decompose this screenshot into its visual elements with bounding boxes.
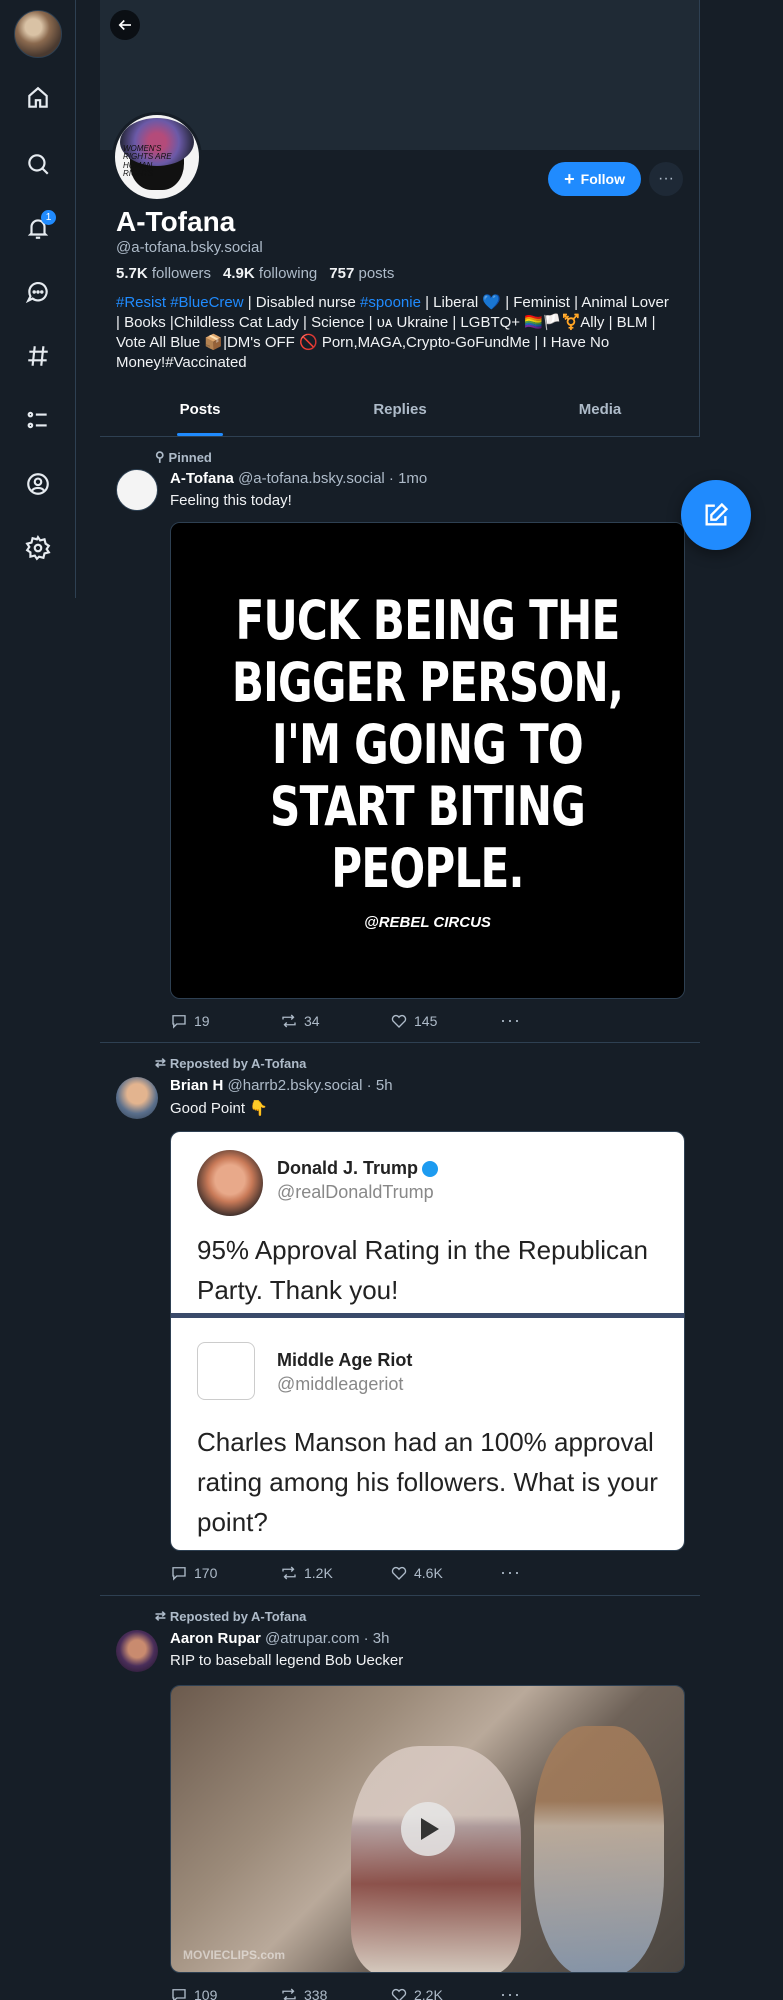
follow-button[interactable]: + Follow [548,162,641,196]
tweet-text: 95% Approval Rating in the Republican Pa… [197,1235,648,1305]
post-actions: 170 1.2K 4.6K ··· [170,1562,610,1583]
repost-icon [282,1566,296,1579]
tab-media[interactable]: Media [500,382,700,436]
post-text: RIP to baseball legend Bob Uecker [170,1652,404,1669]
repost-icon: ⇄ [155,1055,166,1070]
compose-icon [705,502,729,526]
post-header: Brian H @harrb2.bsky.social · 5h [170,1077,393,1094]
author-avatar[interactable] [116,469,158,511]
repost-button[interactable]: 1.2K [280,1562,390,1583]
repost-icon: ⇄ [155,1608,166,1623]
posts-stat: 757 posts [329,265,395,282]
tweet-screenshot: Donald J. Trump @realDonaldTrump 95% App… [171,1132,684,1550]
post-actions: 19 34 145 ··· [170,1010,610,1031]
reply-icon [172,1988,186,2000]
author-avatar[interactable] [116,1077,158,1119]
profile-avatar[interactable]: WOMEN'S RIGHTS ARE HUMAN RIGHTS [112,112,202,202]
heart-icon [391,1988,407,2000]
heart-icon [391,1566,407,1580]
notification-badge: 1 [41,210,56,225]
image-credit: @REBEL CIRCUS [364,914,491,931]
reply-button[interactable]: 19 [170,1010,280,1031]
compose-button[interactable] [681,480,751,550]
tweet-handle: @middleageriot [277,1374,404,1394]
post-header: Aaron Rupar @atrupar.com · 3h [170,1630,390,1647]
post-text: Feeling this today! [170,492,292,509]
repost-icon [282,1014,296,1027]
tweet-text: Charles Manson had an 100% approval rati… [197,1427,658,1537]
avatar-text: WOMEN'S RIGHTS ARE HUMAN RIGHTS [123,144,172,179]
tweet-handle: @realDonaldTrump [277,1182,434,1202]
post-text: Good Point 👇 [170,1100,268,1117]
hashtag-icon[interactable] [22,340,54,372]
tab-replies[interactable]: Replies [300,382,500,436]
profile-actions: + Follow ··· [548,162,683,196]
like-button[interactable]: 2.2K [390,1984,500,2000]
tweet-avatar [197,1342,255,1400]
repost-context: ⇄ Reposted by A-Tofana [155,1055,307,1071]
list-icon[interactable] [22,404,54,436]
post-more-button[interactable]: ··· [500,1010,610,1031]
follow-label: Follow [580,171,625,187]
profile-handle: @a-tofana.bsky.social [116,239,263,256]
post-video[interactable]: MOVIECLIPS.com [170,1685,685,1973]
bio-hashtag[interactable]: #spoonie [360,294,421,311]
pin-icon: ⚲ [155,449,165,464]
back-button[interactable] [110,10,140,40]
heart-icon [391,1014,407,1028]
plus-icon: + [564,169,575,189]
verified-icon [422,1161,439,1178]
profile-stats: 5.7K followers 4.9K following 757 posts [116,265,394,282]
tweet-name: Donald J. Trump [277,1158,439,1179]
post-more-button[interactable]: ··· [500,1984,610,2000]
feed-post[interactable]: ⇄ Reposted by A-Tofana Brian H @harrb2.b… [100,1043,700,1596]
following-stat[interactable]: 4.9K following [223,265,317,282]
reply-icon [172,1566,186,1581]
repost-button[interactable]: 34 [280,1010,390,1031]
profile-icon[interactable] [22,468,54,500]
post-header: A-Tofana @a-tofana.bsky.social · 1mo [170,470,428,487]
display-name: A-Tofana [116,206,236,237]
like-button[interactable]: 4.6K [390,1562,500,1583]
more-options-button[interactable]: ··· [649,162,683,196]
profile-bio: #Resist #BlueCrew | Disabled nurse #spoo… [116,294,674,371]
post-actions: 109 338 2.2K ··· [170,1984,610,2000]
pinned-context: ⚲ Pinned [155,449,212,465]
profile-tabs: Posts Replies Media [100,382,700,437]
search-icon[interactable] [22,148,54,180]
bell-icon[interactable]: 1 [22,210,56,244]
tweet-avatar [197,1150,263,1216]
feed-post[interactable]: ⇄ Reposted by A-Tofana Aaron Rupar @atru… [100,1596,700,2000]
left-nav: 1 [0,0,76,598]
reply-button[interactable]: 170 [170,1562,280,1583]
chat-icon[interactable] [22,276,54,308]
reply-icon [172,1014,186,1029]
author-avatar[interactable] [116,1630,158,1672]
user-avatar[interactable] [14,10,62,58]
profile-header: WOMEN'S RIGHTS ARE HUMAN RIGHTS + Follow… [100,112,700,437]
home-icon[interactable] [22,82,54,114]
repost-button[interactable]: 338 [280,1984,390,2000]
gear-icon[interactable] [22,532,54,564]
feed-post[interactable]: ⚲ Pinned A-Tofana @a-tofana.bsky.social … [100,437,700,1043]
post-image[interactable]: Donald J. Trump @realDonaldTrump 95% App… [170,1131,685,1551]
play-icon[interactable] [400,1802,455,1856]
repost-icon [282,1988,296,2000]
like-button[interactable]: 145 [390,1010,500,1031]
tweet-name: Middle Age Riot [277,1350,413,1370]
arrow-left-icon [118,19,131,31]
profile-column: WOMEN'S RIGHTS ARE HUMAN RIGHTS + Follow… [100,0,700,2000]
bio-hashtag[interactable]: #Resist [116,294,166,311]
post-image[interactable]: FUCK BEING THE BIGGER PERSON, I'M GOING … [170,522,685,999]
tab-posts[interactable]: Posts [100,382,300,436]
video-watermark: MOVIECLIPS.com [183,1948,286,1962]
repost-context: ⇄ Reposted by A-Tofana [155,1608,307,1624]
reply-button[interactable]: 109 [170,1984,280,2000]
image-quote-text: FUCK BEING THE BIGGER PERSON, I'M GOING … [231,589,624,900]
bio-hashtag[interactable]: #BlueCrew [170,294,243,311]
post-more-button[interactable]: ··· [500,1562,610,1583]
followers-stat[interactable]: 5.7K followers [116,265,211,282]
